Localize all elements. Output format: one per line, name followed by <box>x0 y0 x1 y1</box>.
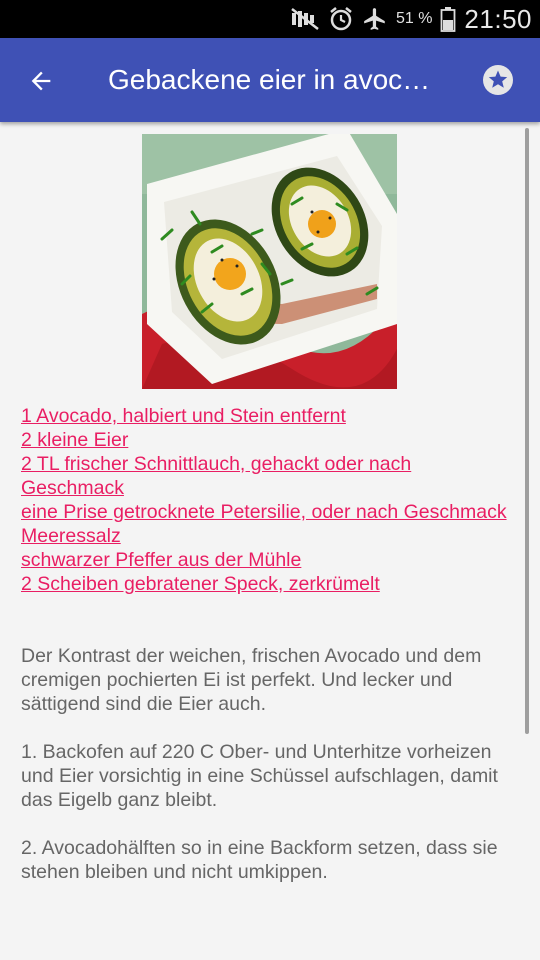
app-bar: Gebackene eier in avoc… <box>0 38 540 122</box>
ingredient-link[interactable]: eine Prise getrocknete Petersilie, oder … <box>21 500 511 524</box>
ingredient-link[interactable]: 1 Avocado, halbiert und Stein entfernt <box>21 404 511 428</box>
ingredient-link[interactable]: 2 TL frischer Schnittlauch, gehackt oder… <box>21 452 511 500</box>
ingredient-link[interactable]: 2 kleine Eier <box>21 428 511 452</box>
page-title: Gebackene eier in avoc… <box>108 64 431 95</box>
clock: 21:50 <box>464 3 532 34</box>
ingredient-link[interactable]: schwarzer Pfeffer aus der Mühle <box>21 548 511 572</box>
status-icons: 51 % 21:50 <box>290 0 532 38</box>
favorite-button[interactable] <box>478 60 518 100</box>
status-bar: 51 % 21:50 <box>0 0 540 38</box>
intro-paragraph: Der Kontrast der weichen, frischen Avoca… <box>21 645 482 715</box>
ingredient-link[interactable]: Meeressalz <box>21 524 511 548</box>
scrollbar[interactable] <box>525 128 529 734</box>
recipe-content[interactable]: 1 Avocado, halbiert und Stein entfernt 2… <box>0 122 540 960</box>
star-icon <box>483 65 513 95</box>
ingredient-link[interactable]: 2 Scheiben gebratener Speck, zerkrümelt <box>21 572 511 596</box>
airplane-icon <box>362 6 388 32</box>
alarm-icon <box>328 6 354 32</box>
recipe-description: Der Kontrast der weichen, frischen Avoca… <box>21 644 527 908</box>
mute-icon <box>290 7 320 31</box>
battery-icon <box>440 6 456 32</box>
ingredient-list: 1 Avocado, halbiert und Stein entfernt 2… <box>21 404 511 596</box>
back-button[interactable] <box>18 58 64 104</box>
step-paragraph: 2. Avocadohälften so in eine Backform se… <box>21 837 498 883</box>
battery-percent: 51 % <box>395 10 433 27</box>
arrow-back-icon <box>31 71 51 91</box>
recipe-photo <box>142 134 397 389</box>
step-paragraph: 1. Backofen auf 220 C Ober- und Unterhit… <box>21 741 498 811</box>
